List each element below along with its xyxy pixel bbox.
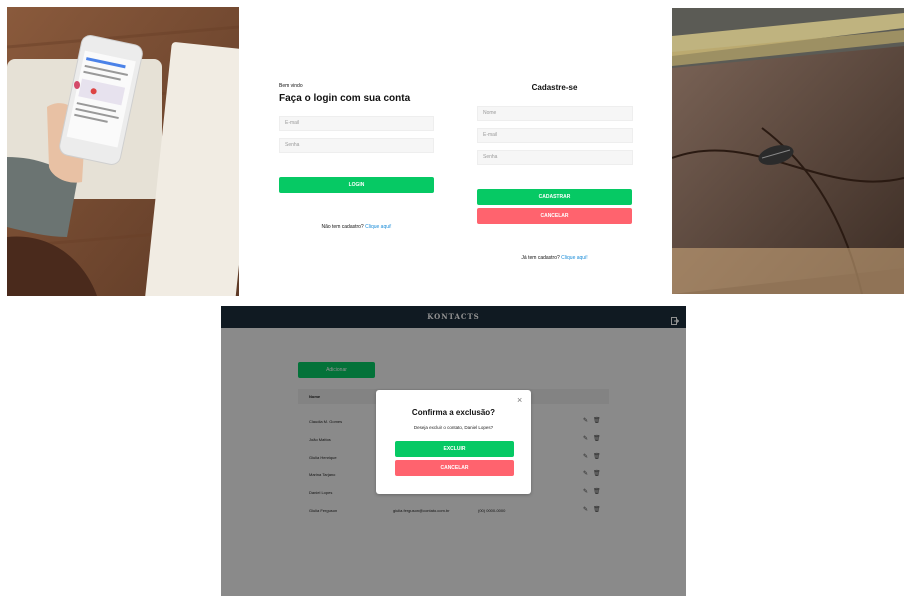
register-button[interactable]: CADASTRAR <box>477 189 632 205</box>
no-account-line: Não tem cadastro? Clique aqui! <box>279 224 434 230</box>
phone-photo <box>7 7 239 296</box>
login-password-input[interactable]: Senha <box>279 138 434 153</box>
modal-cancel-button[interactable]: CANCELAR <box>395 460 514 476</box>
has-account-line: Já tem cadastro? Clique aqui! <box>477 255 632 261</box>
confirm-delete-button[interactable]: EXCLUIR <box>395 441 514 457</box>
login-button[interactable]: LOGIN <box>279 177 434 193</box>
signup-password-input[interactable]: Senha <box>477 150 633 165</box>
notebook-photo <box>672 8 904 294</box>
signup-cancel-button[interactable]: CANCELAR <box>477 208 632 224</box>
login-title: Faça o login com sua conta <box>279 93 411 104</box>
notebook-photo-illustration <box>672 8 904 294</box>
welcome-text: Bem vindo <box>279 83 303 89</box>
modal-title: Confirma a exclusão? <box>411 408 496 417</box>
signup-link[interactable]: Clique aqui! <box>365 224 391 230</box>
signup-title: Cadastre-se <box>531 83 578 92</box>
login-email-input[interactable]: E-mail <box>279 116 434 131</box>
has-account-text: Já tem cadastro? <box>521 255 560 261</box>
no-account-text: Não tem cadastro? <box>321 224 364 230</box>
signup-email-input[interactable]: E-mail <box>477 128 633 143</box>
confirm-delete-modal: × Confirma a exclusão? Deseja excluir o … <box>376 390 531 494</box>
signup-name-input[interactable]: Nome <box>477 106 633 121</box>
login-link[interactable]: Clique aqui! <box>561 255 587 261</box>
phone-photo-illustration <box>7 7 239 296</box>
close-icon[interactable]: × <box>517 395 522 405</box>
modal-question: Deseja excluir o contato, Daniel Lopes? <box>413 425 494 430</box>
